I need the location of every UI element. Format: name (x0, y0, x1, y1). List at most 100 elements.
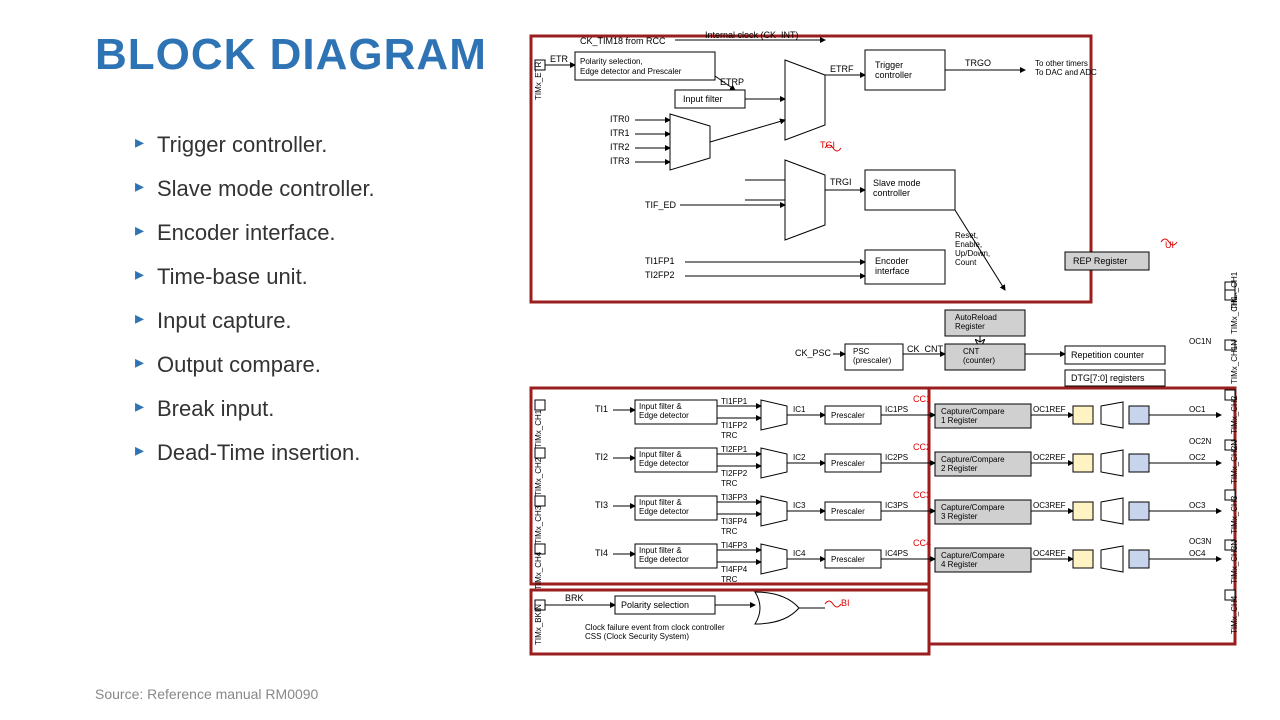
svg-text:Prescaler: Prescaler (831, 459, 865, 468)
svg-text:BRK: BRK (565, 593, 584, 603)
svg-text:TRC: TRC (721, 431, 738, 440)
svg-text:Input filter: Input filter (683, 94, 723, 104)
svg-text:TIMx_CH2: TIMx_CH2 (1230, 395, 1239, 434)
svg-text:IC3PS: IC3PS (885, 501, 908, 510)
svg-text:TRGI: TRGI (830, 177, 852, 187)
svg-text:TIMx_CH3N: TIMx_CH3N (1230, 540, 1239, 584)
svg-text:CK_TIM18 from RCC: CK_TIM18 from RCC (580, 36, 666, 46)
svg-text:TIMx_CH4: TIMx_CH4 (534, 551, 543, 590)
svg-text:BI: BI (841, 598, 850, 608)
svg-text:Prescaler: Prescaler (831, 555, 865, 564)
svg-text:OC1N: OC1N (1189, 337, 1211, 346)
svg-text:CC2: CC2 (913, 442, 931, 452)
bullet-item: Encoder interface. (135, 220, 375, 246)
svg-text:TI3: TI3 (595, 500, 608, 510)
svg-text:ITR0: ITR0 (610, 114, 630, 124)
svg-text:ETRF: ETRF (830, 64, 854, 74)
svg-text:TI1FP1: TI1FP1 (721, 397, 748, 406)
bullet-item: Dead-Time insertion. (135, 440, 375, 466)
svg-text:TIMx_BKIN: TIMx_BKIN (534, 604, 543, 645)
svg-text:OC2N: OC2N (1189, 437, 1211, 446)
svg-text:IC3: IC3 (793, 501, 806, 510)
svg-text:OC1REF: OC1REF (1033, 405, 1066, 414)
ch-pins-left: TIMx_CH1 TIMx_CH2 TIMx_CH3 TIMx_CH4 (534, 400, 545, 590)
bullet-item: Output compare. (135, 352, 375, 378)
svg-text:IC1: IC1 (793, 405, 806, 414)
svg-text:Input filter &Edge detector: Input filter &Edge detector (639, 498, 689, 516)
bullet-list: Trigger controller. Slave mode controlle… (95, 132, 375, 484)
svg-text:TIMx_CH1: TIMx_CH1 (1230, 295, 1239, 334)
svg-text:Prescaler: Prescaler (831, 411, 865, 420)
svg-text:TIMx_CH1: TIMx_CH1 (534, 409, 543, 448)
svg-text:CC1: CC1 (913, 394, 931, 404)
svg-text:IC4PS: IC4PS (885, 549, 908, 558)
svg-text:ETR: ETR (550, 54, 569, 64)
svg-text:TI3FP4: TI3FP4 (721, 517, 748, 526)
source-text: Source: Reference manual RM0090 (95, 686, 318, 702)
svg-text:DTG[7:0] registers: DTG[7:0] registers (1071, 373, 1145, 383)
svg-text:TI2: TI2 (595, 452, 608, 462)
svg-text:TI3FP3: TI3FP3 (721, 493, 748, 502)
svg-text:Prescaler: Prescaler (831, 507, 865, 516)
bullet-item: Trigger controller. (135, 132, 375, 158)
svg-text:TI4FP3: TI4FP3 (721, 541, 748, 550)
svg-text:Clock failure event from clock: Clock failure event from clock controlle… (585, 623, 725, 641)
svg-text:Encoderinterface: Encoderinterface (875, 256, 910, 276)
svg-text:CK_PSC: CK_PSC (795, 348, 832, 358)
svg-text:Reset,Enable,Up/Down,Count: Reset,Enable,Up/Down,Count (955, 231, 990, 267)
bullet-item: Slave mode controller. (135, 176, 375, 202)
svg-text:TI4FP4: TI4FP4 (721, 565, 748, 574)
svg-text:ITR2: ITR2 (610, 142, 630, 152)
svg-text:Input filter &Edge detector: Input filter &Edge detector (639, 402, 689, 420)
svg-text:TI1FP2: TI1FP2 (721, 421, 748, 430)
svg-text:IC1PS: IC1PS (885, 405, 908, 414)
svg-text:TIMx_CH2: TIMx_CH2 (534, 457, 543, 496)
svg-text:TI4: TI4 (595, 548, 608, 558)
svg-text:Repetition counter: Repetition counter (1071, 350, 1144, 360)
svg-text:ITR1: ITR1 (610, 128, 630, 138)
svg-text:IC2: IC2 (793, 453, 806, 462)
svg-text:TI2FP1: TI2FP1 (721, 445, 748, 454)
svg-text:REP Register: REP Register (1073, 256, 1127, 266)
svg-text:OC3REF: OC3REF (1033, 501, 1066, 510)
svg-text:TRGO: TRGO (965, 58, 991, 68)
svg-text:OC3N: OC3N (1189, 537, 1211, 546)
svg-text:CC4: CC4 (913, 538, 931, 548)
svg-text:IC2PS: IC2PS (885, 453, 908, 462)
svg-text:TRC: TRC (721, 575, 738, 584)
svg-text:OC1: OC1 (1189, 405, 1206, 414)
svg-text:CC3: CC3 (913, 490, 931, 500)
svg-text:Internal clock (CK_INT): Internal clock (CK_INT) (705, 30, 799, 40)
svg-text:TIMx_CH3: TIMx_CH3 (534, 505, 543, 544)
svg-text:TRC: TRC (721, 527, 738, 536)
svg-text:TIF_ED: TIF_ED (645, 200, 677, 210)
svg-text:TIMx_CH1N: TIMx_CH1N (1230, 340, 1239, 384)
svg-text:OC3: OC3 (1189, 501, 1206, 510)
svg-text:OC4REF: OC4REF (1033, 549, 1066, 558)
svg-text:TI2FP2: TI2FP2 (721, 469, 748, 478)
bullet-item: Input capture. (135, 308, 375, 334)
bullet-item: Break input. (135, 396, 375, 422)
block-diagram: TIMx_ETR ETR Polarity selection,Edge det… (525, 30, 1245, 670)
bullet-item: Time-base unit. (135, 264, 375, 290)
svg-text:CK_CNT: CK_CNT (907, 344, 944, 354)
svg-text:Input filter &Edge detector: Input filter &Edge detector (639, 546, 689, 564)
svg-text:OC2REF: OC2REF (1033, 453, 1066, 462)
page-title: BLOCK DIAGRAM (95, 30, 487, 80)
svg-text:To other timersTo DAC and ADC: To other timersTo DAC and ADC (1035, 59, 1097, 77)
svg-text:OC2: OC2 (1189, 453, 1206, 462)
svg-text:ITR3: ITR3 (610, 156, 630, 166)
svg-text:TIMx_CH3: TIMx_CH3 (1230, 495, 1239, 534)
svg-text:TI2FP2: TI2FP2 (645, 270, 675, 280)
svg-text:TRC: TRC (721, 479, 738, 488)
svg-text:TI1: TI1 (595, 404, 608, 414)
svg-text:TI1FP1: TI1FP1 (645, 256, 675, 266)
svg-text:OC4: OC4 (1189, 549, 1206, 558)
itr-group: ITR0 ITR1 ITR2 ITR3 (610, 114, 785, 170)
label: TIMx_ETR (534, 62, 543, 100)
svg-text:Input filter &Edge detector: Input filter &Edge detector (639, 450, 689, 468)
svg-text:IC4: IC4 (793, 549, 806, 558)
svg-text:Polarity selection: Polarity selection (621, 600, 689, 610)
svg-text:TIMx_CH2N: TIMx_CH2N (1230, 440, 1239, 484)
svg-text:TIMx_CH4: TIMx_CH4 (1230, 595, 1239, 634)
